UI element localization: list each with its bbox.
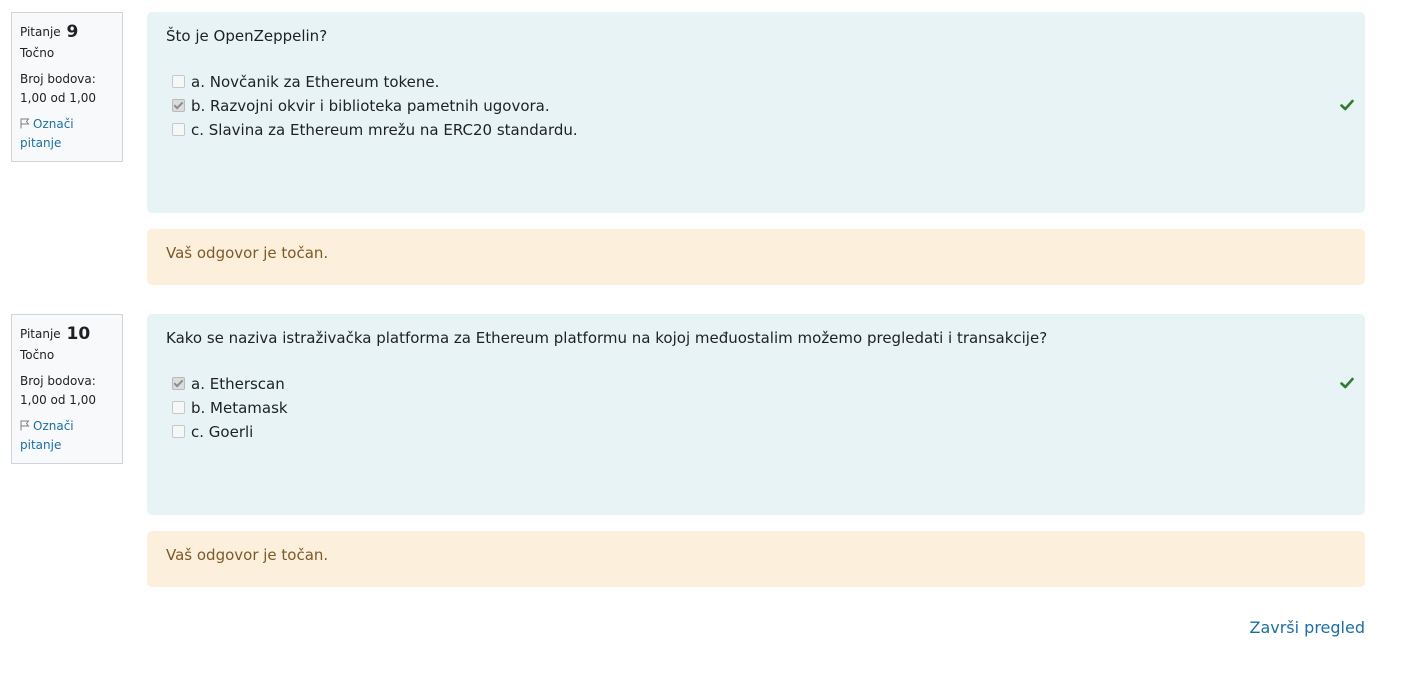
question-number-line: Pitanje 10 (20, 323, 122, 345)
grade-value: 1,00 od 1,00 (20, 393, 97, 407)
quiz-review-page: Pitanje 9 Točno Broj bodova: 1,00 od 1,0… (0, 0, 1402, 686)
answer-checkbox (172, 425, 185, 438)
question-feedback: Vaš odgovor je točan. (147, 229, 1365, 285)
flag-icon (20, 420, 30, 431)
grade-value: 1,00 od 1,00 (20, 91, 97, 105)
question-grade: Broj bodova: 1,00 od 1,00 (20, 70, 122, 108)
question-state: Točno (20, 348, 55, 362)
question-text: Što je OpenZeppelin? (166, 27, 328, 45)
answer-option-b: b. Metamask (166, 396, 1346, 420)
question-number-line: Pitanje 9 (20, 21, 122, 43)
answer-option-a: a. Novčanik za Ethereum tokene. (166, 70, 1346, 94)
answer-label: b. Metamask (191, 399, 288, 417)
answer-option-a: a. Etherscan (166, 372, 1354, 396)
answer-option-c: c. Goerli (166, 420, 1346, 444)
answer-label: a. Etherscan (191, 375, 285, 393)
answer-checkbox-checked (172, 377, 185, 390)
grade-label: Broj bodova: (20, 72, 96, 86)
question-text: Kako se naziva istraživačka platforma za… (166, 329, 1048, 347)
answer-checkbox-checked (172, 99, 185, 112)
question-formulation: Kako se naziva istraživačka platforma za… (147, 314, 1365, 515)
grade-label: Broj bodova: (20, 374, 96, 388)
flag-question-link[interactable]: Označi pitanje (20, 115, 122, 153)
flag-label-line-1[interactable]: Označi (33, 117, 74, 131)
answer-list: a. Etherscan b. Metamask c. Goerli (166, 372, 1354, 444)
flag-label-line-2[interactable]: pitanje (20, 134, 122, 153)
check-icon (1340, 99, 1354, 111)
flag-label-line-2[interactable]: pitanje (20, 436, 122, 455)
check-icon (1340, 377, 1354, 389)
answer-checkbox (172, 123, 185, 136)
flag-label-line-1[interactable]: Označi (33, 419, 74, 433)
question-grade: Broj bodova: 1,00 od 1,00 (20, 372, 122, 410)
answer-list: a. Novčanik za Ethereum tokene. b. Razvo… (166, 70, 1354, 142)
question-info: Pitanje 9 Točno Broj bodova: 1,00 od 1,0… (11, 12, 123, 162)
answer-option-b: b. Razvojni okvir i biblioteka pametnih … (166, 94, 1354, 118)
question-label: Pitanje (20, 25, 61, 39)
question-feedback: Vaš odgovor je točan. (147, 531, 1365, 587)
answer-label: c. Goerli (191, 423, 254, 441)
question-state: Točno (20, 46, 55, 60)
flag-question-link[interactable]: Označi pitanje (20, 417, 122, 455)
answer-label: b. Razvojni okvir i biblioteka pametnih … (191, 97, 550, 115)
question-info: Pitanje 10 Točno Broj bodova: 1,00 od 1,… (11, 314, 123, 464)
answer-label: a. Novčanik za Ethereum tokene. (191, 73, 440, 91)
question-number: 10 (66, 324, 91, 344)
answer-option-c: c. Slavina za Ethereum mrežu na ERC20 st… (166, 118, 1346, 142)
answer-label: c. Slavina za Ethereum mrežu na ERC20 st… (191, 121, 578, 139)
question-number: 9 (66, 22, 79, 42)
finish-review-link[interactable]: Završi pregled (1249, 616, 1365, 640)
question-formulation: Što je OpenZeppelin? a. Novčanik za Ethe… (147, 12, 1365, 213)
answer-checkbox (172, 401, 185, 414)
flag-icon (20, 118, 30, 129)
answer-checkbox (172, 75, 185, 88)
question-label: Pitanje (20, 327, 61, 341)
